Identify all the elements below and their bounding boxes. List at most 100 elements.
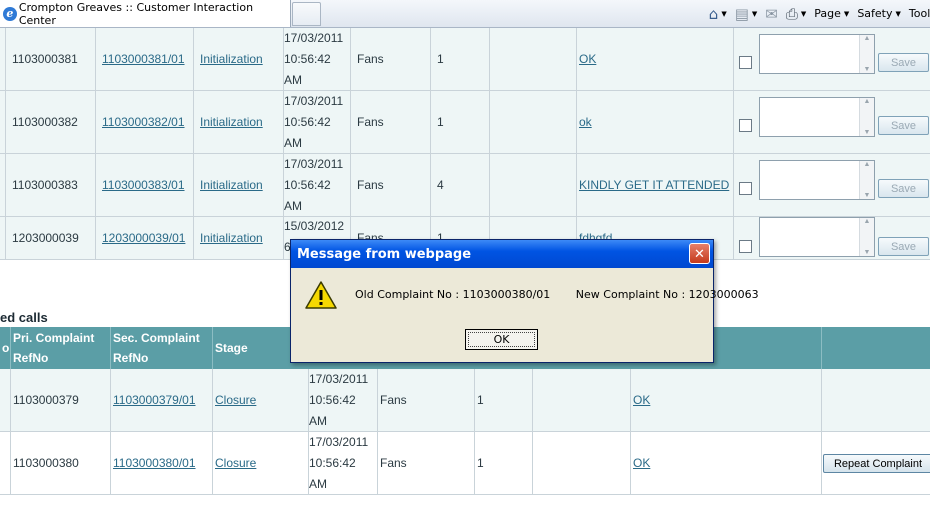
datetime-ampm: AM: [284, 72, 302, 87]
product: Fans: [357, 115, 384, 129]
ok-button[interactable]: OK: [465, 329, 538, 350]
save-button[interactable]: Save: [878, 237, 929, 256]
row-checkbox[interactable]: [739, 119, 752, 132]
textarea-scrollbar[interactable]: ▲ ▼: [859, 98, 874, 136]
mail-button[interactable]: ✉: [765, 5, 778, 23]
datetime-cell: 17/03/2011 10:56:42 AM: [284, 28, 351, 90]
row-checkbox[interactable]: [739, 56, 752, 69]
safety-menu[interactable]: Safety ▼: [857, 7, 901, 20]
sec-refno-link[interactable]: 1203000039/01: [102, 231, 185, 245]
refno-cell: 1103000382: [6, 91, 96, 153]
pri-refno-cell: 1103000380: [11, 432, 111, 494]
datetime-cell: 17/03/2011 10:56:42 AM: [284, 154, 351, 216]
refno-cell: 1203000039: [6, 217, 96, 259]
home-icon: ⌂: [708, 4, 719, 23]
details-link[interactable]: OK: [633, 393, 650, 407]
action-cell: [822, 369, 930, 431]
row-edge-cell: [0, 432, 11, 494]
refno-cell: 1103000381: [6, 28, 96, 90]
section-title-closed-calls: ed calls: [0, 310, 48, 325]
datetime-text: 17/03/2011 10:56:42 AM: [284, 91, 343, 154]
datetime-ampm: AM: [284, 135, 302, 150]
details-cell: OK: [631, 369, 822, 431]
sec-refno-cell: 1103000380/01: [111, 432, 213, 494]
empty-cell: [490, 91, 577, 153]
stage-link[interactable]: Closure: [215, 456, 256, 470]
datetime-time: 10:56:42: [284, 114, 331, 129]
repeat-complaint-button[interactable]: Repeat Complaint: [823, 454, 930, 473]
qty-cell: 1: [475, 432, 533, 494]
sec-refno-link[interactable]: 1103000382/01: [102, 115, 185, 129]
datetime-time: 10:56:42: [309, 392, 356, 407]
refno: 1103000382: [12, 115, 78, 129]
page-menu[interactable]: Page ▼: [814, 7, 849, 20]
pri-refno: 1103000379: [13, 393, 79, 407]
home-button[interactable]: ⌂ ▼: [709, 5, 727, 23]
save-button[interactable]: Save: [878, 53, 929, 72]
datetime-time: 10:56:42: [309, 455, 356, 470]
qty-cell: 1: [431, 28, 490, 90]
quantity: 1: [477, 456, 484, 470]
feeds-button[interactable]: ▤ ▼: [735, 5, 758, 23]
dialog-title: Message from webpage: [291, 240, 713, 268]
save-button[interactable]: Save: [878, 179, 929, 198]
quantity: 1: [477, 393, 484, 407]
refno: 1103000381: [12, 52, 78, 66]
product: Fans: [380, 456, 407, 470]
new-complaint-text: New Complaint No : 1203000063: [575, 288, 759, 301]
datetime-date: 17/03/2011: [284, 156, 344, 171]
row-checkbox[interactable]: [739, 240, 752, 253]
remarks-link[interactable]: ok: [579, 115, 592, 129]
stage-link[interactable]: Initialization: [200, 115, 263, 129]
pending-complaints-table: 1103000381 1103000381/01 Initialization 17/…: [0, 28, 930, 260]
empty-cell: [490, 28, 577, 90]
sec-refno-link[interactable]: 1103000381/01: [102, 52, 185, 66]
remarks-cell: OK: [577, 28, 734, 90]
sec-refno-link[interactable]: 1103000379/01: [113, 393, 196, 407]
quantity: 1: [437, 115, 444, 129]
refno: 1203000039: [12, 231, 79, 245]
remarks-link[interactable]: KINDLY GET IT ATTENDED: [579, 178, 729, 192]
remarks-textarea[interactable]: ▲ ▼: [759, 217, 875, 257]
textarea-scrollbar[interactable]: ▲ ▼: [859, 218, 874, 256]
stage-cell: Initialization: [194, 154, 284, 216]
old-complaint-text: Old Complaint No : 1103000380/01: [355, 288, 551, 301]
datetime-cell: 17/03/2011 10:56:42 AM: [284, 91, 351, 153]
new-tab-button[interactable]: [292, 2, 321, 26]
refno-cell: 1103000383: [6, 154, 96, 216]
quantity: 4: [437, 178, 444, 192]
remarks-textarea[interactable]: ▲ ▼: [759, 97, 875, 137]
row-edge-cell: [0, 369, 11, 431]
datetime-ampm: AM: [284, 198, 302, 213]
stage-link[interactable]: Initialization: [200, 178, 263, 192]
remarks-link[interactable]: OK: [579, 52, 596, 66]
browser-tab[interactable]: e Crompton Greaves :: Customer Interacti…: [0, 0, 291, 27]
details-link[interactable]: OK: [633, 456, 650, 470]
remarks-textarea[interactable]: ▲ ▼: [759, 34, 875, 74]
header-pri-refno: Pri. Complaint RefNo: [11, 327, 111, 369]
textarea-scrollbar[interactable]: ▲ ▼: [859, 35, 874, 73]
remarks-textarea[interactable]: ▲ ▼: [759, 160, 875, 200]
stage-link[interactable]: Closure: [215, 393, 256, 407]
header-sec-refno: Sec. Complaint RefNo: [111, 327, 213, 369]
datetime-text: 17/03/2011 10:56:42 AM: [309, 432, 368, 495]
datetime-text: 17/03/2011 10:56:42 AM: [284, 154, 343, 217]
textarea-scrollbar[interactable]: ▲ ▼: [859, 161, 874, 199]
dialog-message: Old Complaint No : 1103000380/01 New Com…: [355, 288, 759, 301]
datetime-time: 10:56:42: [284, 51, 331, 66]
tools-menu[interactable]: Tools: [909, 7, 930, 20]
table-row: 1103000382 1103000382/01 Initialization 17/…: [0, 91, 930, 154]
print-button[interactable]: ⎙ ▼: [786, 5, 806, 23]
save-button[interactable]: Save: [878, 116, 929, 135]
sec-refno-link[interactable]: 1103000380/01: [113, 456, 196, 470]
sec-refno-link[interactable]: 1103000383/01: [102, 178, 185, 192]
row-checkbox[interactable]: [739, 182, 752, 195]
datetime-ampm: AM: [309, 413, 327, 428]
datetime-cell: 17/03/2011 10:56:42 AM: [309, 369, 378, 431]
datetime-date: 17/03/2011: [284, 93, 344, 108]
stage-link[interactable]: Initialization: [200, 52, 263, 66]
product: Fans: [357, 52, 384, 66]
quantity: 1: [437, 52, 444, 66]
stage-link[interactable]: Initialization: [200, 231, 263, 245]
close-icon[interactable]: ✕: [689, 243, 710, 264]
